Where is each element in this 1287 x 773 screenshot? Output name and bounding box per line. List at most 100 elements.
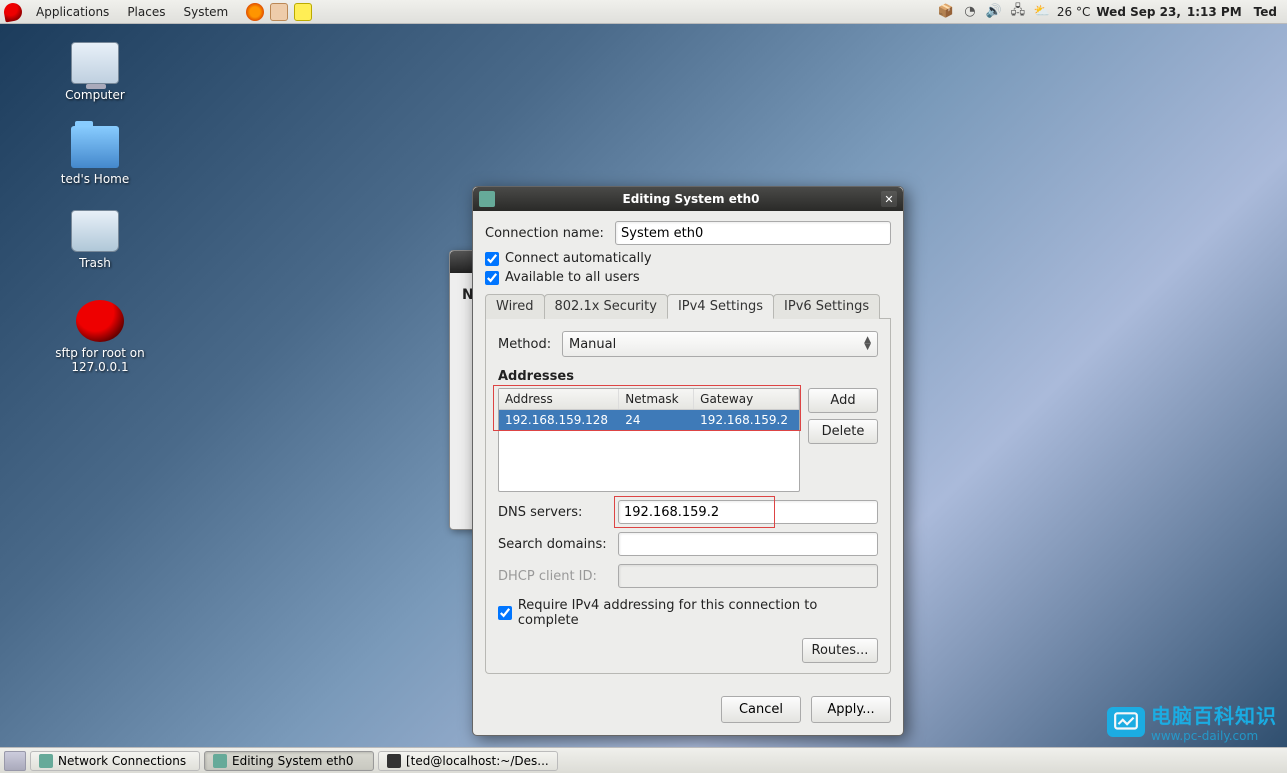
task-label: [ted@localhost:~/Des... bbox=[406, 754, 549, 768]
require-ipv4-row: Require IPv4 addressing for this connect… bbox=[498, 598, 878, 628]
dhcp-client-label: DHCP client ID: bbox=[498, 569, 610, 584]
connection-name-label: Connection name: bbox=[485, 226, 607, 241]
weather-temp[interactable]: 26 °C bbox=[1057, 5, 1090, 19]
col-netmask[interactable]: Netmask bbox=[619, 389, 694, 410]
col-address[interactable]: Address bbox=[499, 389, 619, 410]
system-menu[interactable]: System bbox=[175, 2, 236, 22]
weather-icon[interactable]: ⛅ bbox=[1033, 3, 1051, 21]
tabs: Wired 802.1x Security IPv4 Settings IPv6… bbox=[485, 293, 891, 319]
watermark-badge-icon bbox=[1107, 707, 1145, 737]
dns-input[interactable] bbox=[618, 500, 878, 524]
close-icon[interactable]: ✕ bbox=[881, 191, 897, 207]
method-combo[interactable]: Manual ▲▼ bbox=[562, 331, 878, 357]
watermark-text: 电脑百科知识 www.pc-daily.com bbox=[1151, 700, 1277, 743]
menubar-left: Applications Places System bbox=[4, 2, 312, 22]
applications-menu[interactable]: Applications bbox=[28, 2, 117, 22]
network-tray-icon[interactable]: 🖧 bbox=[1009, 3, 1027, 21]
delete-button[interactable]: Delete bbox=[808, 419, 878, 444]
task-terminal[interactable]: [ted@localhost:~/Des... bbox=[378, 751, 558, 771]
desktop-icon-trash[interactable]: Trash bbox=[40, 210, 150, 270]
col-gateway[interactable]: Gateway bbox=[694, 389, 799, 410]
clock-date[interactable]: Wed Sep 23, bbox=[1096, 5, 1181, 19]
mail-icon[interactable] bbox=[270, 3, 288, 21]
task-label: Network Connections bbox=[58, 754, 186, 768]
tab-security[interactable]: 802.1x Security bbox=[544, 294, 668, 319]
network-icon bbox=[213, 754, 227, 768]
search-domains-label: Search domains: bbox=[498, 537, 610, 552]
show-desktop-button[interactable] bbox=[4, 751, 26, 771]
cell-gateway[interactable]: 192.168.159.2 bbox=[694, 410, 799, 431]
redhat-logo-icon[interactable] bbox=[3, 1, 24, 22]
addresses-buttons: Add Delete bbox=[808, 388, 878, 492]
cpu-meter-icon[interactable]: ◔ bbox=[961, 3, 979, 21]
addresses-area: Address Netmask Gateway 192.168.159.128 … bbox=[498, 388, 878, 492]
connect-auto-label: Connect automatically bbox=[505, 251, 652, 266]
terminal-icon bbox=[387, 754, 401, 768]
apply-button[interactable]: Apply... bbox=[811, 696, 891, 723]
dhcp-client-row: DHCP client ID: bbox=[498, 564, 878, 588]
table-row[interactable]: 192.168.159.128 24 192.168.159.2 bbox=[499, 410, 799, 431]
connect-auto-row: Connect automatically bbox=[485, 251, 891, 266]
cancel-button[interactable]: Cancel bbox=[721, 696, 801, 723]
home-folder-icon bbox=[71, 126, 119, 168]
dialog-title: Editing System eth0 bbox=[501, 192, 881, 206]
dialog-body: Connection name: Connect automatically A… bbox=[473, 211, 903, 686]
network-icon bbox=[39, 754, 53, 768]
search-domains-input[interactable] bbox=[618, 532, 878, 556]
connect-auto-checkbox[interactable] bbox=[485, 252, 499, 266]
redhat-sphere-icon bbox=[76, 300, 124, 342]
tab-wired[interactable]: Wired bbox=[485, 294, 545, 319]
top-menubar: Applications Places System 📦 ◔ 🔊 🖧 ⛅ 26 … bbox=[0, 0, 1287, 24]
available-all-checkbox[interactable] bbox=[485, 271, 499, 285]
desktop-icon-label: Computer bbox=[40, 88, 150, 102]
combo-arrows-icon: ▲▼ bbox=[864, 337, 871, 351]
firefox-icon[interactable] bbox=[246, 3, 264, 21]
require-ipv4-checkbox[interactable] bbox=[498, 606, 512, 620]
package-icon[interactable]: 📦 bbox=[937, 3, 955, 21]
add-button[interactable]: Add bbox=[808, 388, 878, 413]
ipv4-panel: Method: Manual ▲▼ Addresses Address Netm… bbox=[485, 319, 891, 674]
clock-time[interactable]: 1:13 PM bbox=[1187, 5, 1242, 19]
editing-connection-dialog: Editing System eth0 ✕ Connection name: C… bbox=[472, 186, 904, 736]
menubar-right: 📦 ◔ 🔊 🖧 ⛅ 26 °C Wed Sep 23, 1:13 PM Ted bbox=[937, 3, 1283, 21]
network-icon bbox=[479, 191, 495, 207]
desktop-icon-label: Trash bbox=[40, 256, 150, 270]
addresses-label: Addresses bbox=[498, 369, 878, 384]
desktop-icon-sftp[interactable]: sftp for root on 127.0.0.1 bbox=[40, 300, 160, 374]
available-all-row: Available to all users bbox=[485, 270, 891, 285]
dns-label: DNS servers: bbox=[498, 505, 610, 520]
tab-ipv6[interactable]: IPv6 Settings bbox=[773, 294, 880, 319]
connection-name-input[interactable] bbox=[615, 221, 891, 245]
require-ipv4-label: Require IPv4 addressing for this connect… bbox=[518, 598, 878, 628]
cell-address[interactable]: 192.168.159.128 bbox=[499, 410, 619, 431]
cell-netmask[interactable]: 24 bbox=[619, 410, 694, 431]
watermark-zh: 电脑百科知识 bbox=[1151, 700, 1277, 729]
computer-icon bbox=[71, 42, 119, 84]
desktop-icon-computer[interactable]: Computer bbox=[40, 42, 150, 102]
available-all-label: Available to all users bbox=[505, 270, 640, 285]
method-value: Manual bbox=[569, 337, 864, 352]
user-menu[interactable]: Ted bbox=[1248, 5, 1283, 19]
places-menu[interactable]: Places bbox=[119, 2, 173, 22]
addresses-table[interactable]: Address Netmask Gateway 192.168.159.128 … bbox=[499, 389, 799, 430]
watermark: 电脑百科知识 www.pc-daily.com bbox=[1107, 700, 1277, 743]
desktop-icon-home[interactable]: ted's Home bbox=[40, 126, 150, 186]
trash-icon bbox=[71, 210, 119, 252]
dialog-titlebar[interactable]: Editing System eth0 ✕ bbox=[473, 187, 903, 211]
watermark-en: www.pc-daily.com bbox=[1151, 729, 1277, 743]
dns-row: DNS servers: bbox=[498, 500, 878, 524]
addresses-table-wrap: Address Netmask Gateway 192.168.159.128 … bbox=[498, 388, 800, 492]
task-editing-eth0[interactable]: Editing System eth0 bbox=[204, 751, 374, 771]
search-domains-row: Search domains: bbox=[498, 532, 878, 556]
tab-ipv4[interactable]: IPv4 Settings bbox=[667, 294, 774, 319]
method-row: Method: Manual ▲▼ bbox=[498, 331, 878, 357]
notes-icon[interactable] bbox=[294, 3, 312, 21]
volume-icon[interactable]: 🔊 bbox=[985, 3, 1003, 21]
task-label: Editing System eth0 bbox=[232, 754, 354, 768]
dhcp-client-input bbox=[618, 564, 878, 588]
method-label: Method: bbox=[498, 337, 554, 352]
desktop-icon-label: sftp for root on 127.0.0.1 bbox=[40, 346, 160, 374]
routes-button[interactable]: Routes... bbox=[802, 638, 878, 663]
task-network-connections[interactable]: Network Connections bbox=[30, 751, 200, 771]
dialog-footer: Cancel Apply... bbox=[473, 686, 903, 735]
